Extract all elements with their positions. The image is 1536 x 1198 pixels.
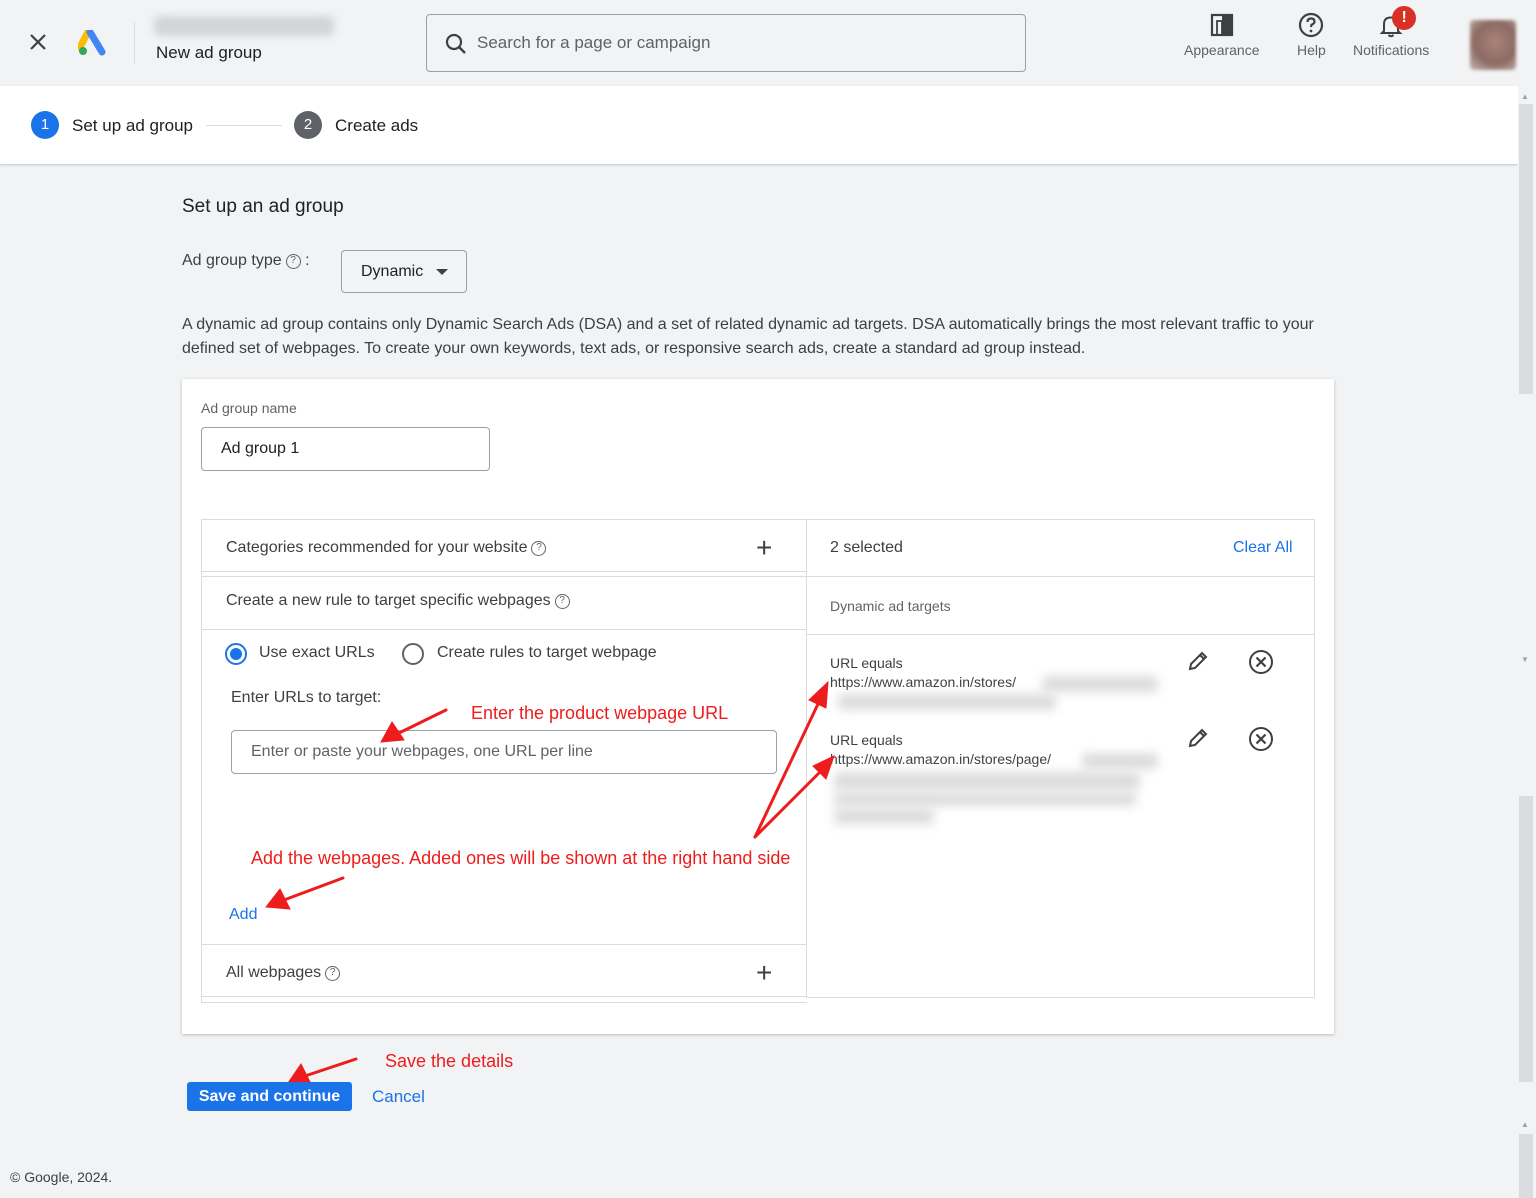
ad-group-name-label: Ad group name (201, 400, 297, 416)
ad-group-type-colon: : (305, 252, 310, 269)
target-1-type: URL equals (830, 655, 903, 671)
notification-badge: ! (1392, 6, 1417, 30)
section-title: Set up an ad group (182, 196, 344, 217)
step-2-label[interactable]: Create ads (335, 116, 418, 136)
edit-pencil-icon[interactable] (1186, 649, 1210, 673)
scroll-up-icon[interactable]: ▲ (1521, 92, 1529, 101)
target-2-type: URL equals (830, 732, 903, 748)
ad-group-type-value: Dynamic (361, 263, 424, 280)
step-1-number: 1 (31, 111, 59, 139)
search-input[interactable] (477, 25, 997, 61)
divider (202, 996, 806, 997)
help-circle-icon[interactable]: ? (325, 966, 341, 981)
use-exact-urls-radio[interactable] (225, 643, 247, 665)
urls-input[interactable] (231, 730, 777, 774)
save-and-continue-button[interactable]: Save and continue (187, 1082, 352, 1111)
notifications-button[interactable]: ! Notifications (1353, 6, 1430, 58)
step-1-label[interactable]: Set up ad group (72, 116, 193, 136)
selected-count: 2 selected (830, 539, 903, 556)
help-circle-icon[interactable]: ? (554, 594, 570, 609)
target-2-url: https://www.amazon.in/stores/page/ (830, 751, 1051, 767)
add-button[interactable]: Add (229, 906, 257, 924)
redacted-text (834, 792, 1136, 806)
help-circle-icon[interactable]: ? (531, 541, 547, 556)
help-circle-icon[interactable]: ? (285, 254, 301, 269)
rule-title: Create a new rule to target specific web… (226, 592, 551, 609)
ad-group-type-text: Ad group type (182, 252, 282, 269)
search-icon (445, 33, 466, 54)
stepper: 1 Set up ad group 2 Create ads (0, 86, 1518, 164)
dynamic-ad-targets-label: Dynamic ad targets (830, 598, 951, 614)
scrollbar-thumb[interactable] (1519, 796, 1533, 1082)
help-icon (1299, 12, 1324, 38)
cancel-button[interactable]: Cancel (372, 1087, 425, 1107)
page-title: New ad group (156, 43, 262, 62)
google-ads-logo (78, 30, 106, 56)
target-1-url: https://www.amazon.in/stores/ (830, 674, 1016, 690)
copyright-footer: © Google, 2024. (10, 1169, 113, 1185)
appearance-button[interactable]: Appearance (1184, 12, 1260, 58)
all-webpages-title: All webpages (226, 964, 322, 981)
scroll-down-icon[interactable]: ▼ (1521, 655, 1529, 664)
create-rules-label[interactable]: Create rules to target webpage (437, 644, 657, 662)
help-button[interactable]: Help (1297, 12, 1326, 58)
divider (202, 944, 806, 945)
divider (202, 571, 806, 572)
categories-row[interactable]: Categories recommended for your website? (226, 539, 547, 557)
ad-group-description: A dynamic ad group contains only Dynamic… (182, 316, 1314, 357)
annotation-add-hint: Add the webpages. Added ones will be sho… (251, 848, 791, 868)
notifications-label: Notifications (1353, 42, 1430, 58)
scrollbar-thumb[interactable] (1519, 1134, 1533, 1198)
divider (807, 634, 1314, 635)
step-connector (206, 125, 282, 126)
appearance-icon (1210, 13, 1233, 37)
redacted-text (834, 808, 934, 824)
help-label: Help (1297, 42, 1326, 58)
urls-label: Enter URLs to target: (231, 689, 382, 706)
expand-categories-plus-icon[interactable]: + (756, 534, 772, 562)
search-box[interactable] (426, 14, 1026, 72)
divider (202, 629, 806, 630)
ad-group-name-input[interactable] (201, 427, 490, 471)
remove-target-icon[interactable] (1248, 726, 1274, 752)
scrollbar-thumb[interactable] (1519, 104, 1533, 394)
create-rules-radio[interactable] (402, 643, 424, 665)
account-name-redacted (154, 16, 334, 36)
expand-all-webpages-plus-icon[interactable]: + (756, 959, 772, 987)
remove-target-icon[interactable] (1248, 649, 1274, 675)
redacted-text (838, 694, 1056, 710)
ad-group-type-label: Ad group type? : (182, 252, 310, 270)
use-exact-urls-label[interactable]: Use exact URLs (259, 644, 375, 662)
chevron-down-icon (436, 269, 448, 275)
redacted-text (1082, 753, 1158, 769)
close-icon[interactable] (26, 30, 50, 54)
avatar[interactable] (1470, 20, 1516, 70)
annotation-url-hint: Enter the product webpage URL (471, 703, 729, 723)
categories-title: Categories recommended for your website (226, 539, 528, 556)
divider (202, 576, 806, 577)
top-bar: New ad group Appearance Help ! (0, 0, 1536, 86)
appearance-label: Appearance (1184, 42, 1260, 58)
rule-row: Create a new rule to target specific web… (226, 592, 570, 610)
scroll-up-icon[interactable]: ▲ (1521, 1120, 1529, 1129)
annotation-save-hint: Save the details (385, 1051, 514, 1071)
edit-pencil-icon[interactable] (1186, 726, 1210, 750)
step-2-number: 2 (294, 111, 322, 139)
redacted-text (1042, 676, 1158, 692)
all-webpages-row[interactable]: All webpages? (226, 964, 341, 982)
divider (134, 22, 135, 64)
clear-all-button[interactable]: Clear All (1233, 539, 1293, 557)
divider (807, 576, 1314, 577)
ad-group-type-select[interactable]: Dynamic (341, 250, 467, 293)
redacted-text (834, 772, 1140, 790)
